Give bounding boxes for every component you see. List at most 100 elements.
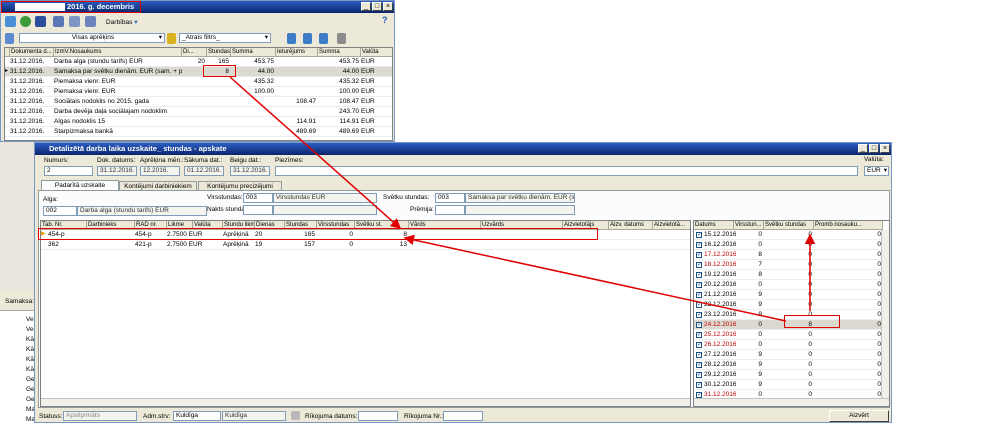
checkbox[interactable]: ✓ [696, 332, 702, 338]
table-row[interactable]: ✓ 21.12.2016. 9 0 0 [694, 290, 881, 300]
filter-clear-icon[interactable] [319, 33, 328, 44]
svetku-stundas-code-field[interactable]: 003 [435, 193, 465, 203]
column-header-di[interactable]: Di... [182, 48, 207, 57]
checkbox[interactable]: ✓ [696, 382, 702, 388]
rikojuma-datums-field[interactable] [358, 411, 398, 421]
table-cell[interactable]: 0 [764, 340, 814, 349]
maximize-button[interactable]: □ [869, 144, 879, 153]
numurs-field[interactable]: 2 [44, 166, 93, 176]
table-cell[interactable]: 0 [764, 330, 814, 339]
save-icon[interactable] [35, 16, 46, 27]
table-row[interactable]: 31.12.2016. Starpizmaksa bankā 489.69 489.6… [5, 127, 392, 137]
table-cell[interactable]: 0 [764, 280, 814, 289]
dok-datums-field[interactable]: 31.12.2016. [97, 166, 137, 176]
aprekina-men-field[interactable]: 12.2016. [140, 166, 180, 176]
column-header[interactable]: Promb.nosauku... [814, 221, 883, 230]
column-header[interactable]: Aizv. datums [609, 221, 653, 230]
checkbox[interactable]: ✓ [696, 292, 702, 298]
table-row[interactable]: 31.12.2016. Darba devēja daļa sociālajam … [5, 107, 392, 117]
naktis-stundas-code-field[interactable] [243, 205, 273, 215]
checkbox[interactable]: ✓ [696, 242, 702, 248]
table-row[interactable]: ✓ 29.12.2016. 9 0 0 [694, 370, 881, 380]
column-header[interactable]: Datums [694, 221, 734, 230]
table-row[interactable]: ✓ 17.12.2016. 8 0 0 [694, 250, 881, 260]
table-row[interactable]: 31.12.2016. Piemaksa vienr. EUR 100.00 100.… [5, 87, 392, 97]
table-cell[interactable]: 0 [764, 230, 814, 239]
quick-filter-select[interactable]: _Ātrais filtrs_ ▾ [179, 33, 271, 43]
table-row[interactable]: 31.12.2016. Algas nodoklis 15 114.91 114.91… [5, 117, 392, 127]
checkbox[interactable]: ✓ [696, 302, 702, 308]
table-row[interactable]: ✓ 19.12.2016. 8 0 0 [694, 270, 881, 280]
table-row[interactable]: ✓ 15.12.2016. 0 0 0 [694, 230, 881, 240]
column-header[interactable]: Aizvietotā... [653, 221, 690, 230]
minimize-button[interactable]: _ [858, 144, 868, 153]
column-header[interactable]: Svētku stundas [764, 221, 814, 230]
table-cell[interactable]: 0 [764, 360, 814, 369]
horizontal-scrollbar[interactable] [41, 398, 690, 406]
checkbox[interactable]: ✓ [696, 352, 702, 358]
table-row[interactable]: ✓ 16.12.2016. 0 0 0 [694, 240, 881, 250]
valuta-select[interactable]: EUR ▾ [864, 166, 889, 176]
table-cell[interactable]: 0 [764, 250, 814, 259]
columns-icon[interactable] [53, 16, 64, 27]
table-row[interactable]: ✓ 18.12.2016. 7 0 0 [694, 260, 881, 270]
column-header[interactable]: Virsstun... [734, 221, 764, 230]
column-header-doc-date[interactable]: Dokumenta d... [10, 48, 54, 57]
table-cell[interactable]: 0 [764, 350, 814, 359]
export-icon[interactable] [85, 16, 96, 27]
rikojuma-nr-field[interactable] [443, 411, 483, 421]
checkbox[interactable]: ✓ [696, 282, 702, 288]
sakuma-dat-field[interactable]: 01.12.2016. [184, 166, 224, 176]
column-header-deduction[interactable]: Ieturējums [276, 48, 318, 57]
maximize-button[interactable]: □ [372, 2, 382, 11]
checkbox[interactable]: ✓ [696, 232, 702, 238]
table-cell[interactable]: 0 [764, 270, 814, 279]
table-cell[interactable]: 0 [764, 260, 814, 269]
column-header-total[interactable]: Summa [318, 48, 361, 57]
beigu-dat-field[interactable]: 31.12.2016. [230, 166, 270, 176]
column-header-currency[interactable]: Valūta [361, 48, 392, 57]
horizontal-scrollbar[interactable] [694, 398, 889, 406]
close-button[interactable]: × [383, 2, 393, 11]
checkbox[interactable]: ✓ [696, 272, 702, 278]
column-header-sum[interactable]: Summa [231, 48, 276, 57]
table-row[interactable]: ✓ 25.12.2016. 0 0 0 [694, 330, 881, 340]
close-button[interactable]: × [880, 144, 890, 153]
close-window-button[interactable]: Aizvērt [829, 410, 889, 422]
pin-icon[interactable] [291, 411, 300, 420]
column-header-hours[interactable]: Stundas [207, 48, 231, 57]
alga-code-field[interactable]: 002 [43, 206, 77, 216]
filter-apply-icon[interactable] [287, 33, 296, 44]
filter-edit-icon[interactable] [303, 33, 312, 44]
darbibas-menu[interactable]: Darbības ▾ [106, 18, 137, 26]
table-row[interactable]: ▸ 31.12.2016. Samaksa par svētku dienām. E… [5, 67, 392, 77]
checkbox[interactable]: ✓ [696, 262, 702, 268]
checkbox[interactable]: ✓ [696, 362, 702, 368]
table-row[interactable]: 362 421-p 2.7500 EUR Aprēķinā 19 157 0 13 [41, 240, 690, 250]
table-row[interactable]: ✓ 27.12.2016. 9 0 0 [694, 350, 881, 360]
checkbox[interactable]: ✓ [696, 342, 702, 348]
checkbox[interactable]: ✓ [696, 322, 702, 328]
checkbox[interactable]: ✓ [696, 372, 702, 378]
virsstundas-code-field[interactable]: 003 [243, 193, 273, 203]
table-row[interactable]: 31.12.2016. Sociālais nodoklis no 2015. g… [5, 97, 392, 107]
report-icon[interactable] [337, 33, 346, 44]
table-row[interactable]: ✓ 28.12.2016. 9 0 0 [694, 360, 881, 370]
period-filter-select[interactable]: Visas aprēķins ▾ [19, 33, 165, 43]
filter-icon[interactable] [167, 33, 176, 44]
table-cell[interactable]: 0 [764, 290, 814, 299]
table-row[interactable]: ✓ 22.12.2016. 9 0 0 [694, 300, 881, 310]
piezimes-field[interactable] [275, 166, 858, 176]
table-cell[interactable]: 0 [764, 300, 814, 309]
table-row[interactable]: 31.12.2016. Darba alga (stundu tarifs) EU… [5, 57, 392, 67]
vertical-scrollbar[interactable] [881, 230, 889, 400]
new-icon[interactable] [5, 16, 16, 27]
table-cell[interactable]: 0 [764, 380, 814, 389]
table-row[interactable]: ✓ 30.12.2016. 9 0 0 [694, 380, 881, 390]
adm-strv-code-field[interactable]: Kuldīga [173, 411, 221, 421]
table-row[interactable]: ✓ 20.12.2016. 0 0 0 [694, 280, 881, 290]
checkbox[interactable]: ✓ [696, 312, 702, 318]
column-header-name[interactable]: IzmV.Nosaukums [54, 48, 182, 57]
sort-icon[interactable] [5, 33, 14, 44]
table-cell[interactable]: 0 [764, 370, 814, 379]
